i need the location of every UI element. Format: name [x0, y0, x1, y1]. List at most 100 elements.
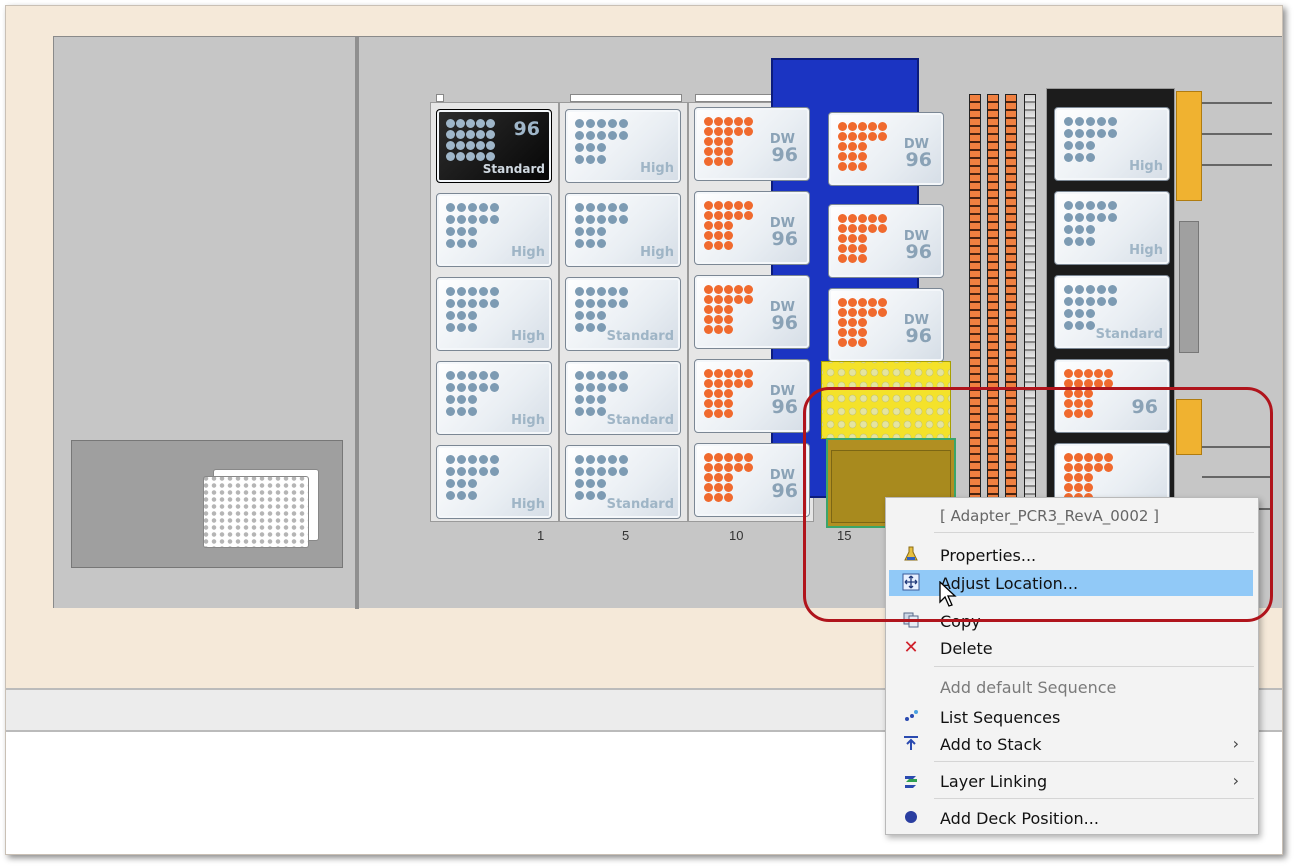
menu-item-label: Add to Stack: [940, 735, 1042, 754]
well: [457, 491, 466, 500]
well: [468, 215, 477, 224]
well: [714, 211, 723, 220]
labware-plate[interactable]: DW 96: [828, 288, 944, 362]
labware-type-label: 96: [771, 396, 798, 418]
labware-plate[interactable]: High: [436, 193, 552, 267]
well: [878, 214, 887, 223]
well: [724, 231, 733, 240]
well: [858, 142, 867, 151]
labware-label: High: [511, 329, 545, 344]
labware-plate[interactable]: High: [436, 277, 552, 351]
well: [608, 131, 617, 140]
well: [1108, 129, 1117, 138]
well: [446, 152, 455, 161]
well: [619, 287, 628, 296]
well: [704, 399, 713, 408]
labware-plate[interactable]: Standard: [1054, 275, 1170, 349]
well-grid: [446, 455, 516, 509]
well: [714, 231, 723, 240]
menu-item-layer-linking[interactable]: Layer Linking ›: [889, 768, 1253, 794]
well: [575, 143, 584, 152]
labware-plate[interactable]: Standard: [565, 361, 681, 435]
well: [734, 295, 743, 304]
well: [1097, 117, 1106, 126]
well: [704, 389, 713, 398]
well: [838, 142, 847, 151]
well: [1064, 463, 1073, 472]
well: [714, 463, 723, 472]
labware-plate[interactable]: DW 96: [694, 191, 810, 265]
tip-rack-column[interactable]: [987, 94, 999, 524]
labware-plate[interactable]: DW 96: [694, 359, 810, 433]
menu-item-list-sequences[interactable]: List Sequences: [889, 704, 1253, 730]
well: [479, 215, 488, 224]
well: [744, 117, 753, 126]
tip-rack-column[interactable]: [969, 94, 981, 524]
well-grid: [704, 117, 774, 171]
tip-rack-column[interactable]: [1005, 94, 1017, 524]
labware-plate[interactable]: DW 96: [694, 443, 810, 517]
well: [468, 323, 477, 332]
well: [848, 318, 857, 327]
well: [586, 311, 595, 320]
menu-item-delete[interactable]: ✕ Delete: [889, 635, 1253, 661]
well: [704, 127, 713, 136]
labware-plate[interactable]: DW 96: [694, 107, 810, 181]
well: [868, 298, 877, 307]
well: [586, 323, 595, 332]
well: [490, 467, 499, 476]
well: [848, 224, 857, 233]
stacked-plate[interactable]: [203, 476, 309, 548]
labware-plate[interactable]: Standard: [565, 445, 681, 519]
deck-divider: [355, 37, 359, 609]
well: [744, 295, 753, 304]
waste-position[interactable]: [71, 440, 343, 568]
orange-carrier-strip[interactable]: [1176, 91, 1202, 201]
labware-plate[interactable]: 96: [1054, 359, 1170, 433]
menu-separator: [934, 761, 1254, 762]
well: [724, 473, 733, 482]
tip-rack-column[interactable]: [1024, 94, 1036, 524]
menu-item-add-to-stack[interactable]: Add to Stack ›: [889, 731, 1253, 757]
labware-label: High: [1129, 159, 1163, 174]
labware-plate[interactable]: High: [436, 361, 552, 435]
labware-plate[interactable]: DW 96: [828, 112, 944, 186]
mouse-cursor-icon: [939, 581, 957, 607]
well: [724, 463, 733, 472]
labware-plate[interactable]: High: [436, 445, 552, 519]
well: [724, 127, 733, 136]
labware-plate[interactable]: DW 96: [828, 204, 944, 278]
menu-item-add-default-sequence[interactable]: Add default Sequence: [889, 674, 1253, 700]
labware-plate[interactable]: High: [565, 109, 681, 183]
context-menu[interactable]: [ Adapter_PCR3_RevA_0002 ] Properties...…: [885, 497, 1259, 835]
menu-item-add-deck-position[interactable]: Add Deck Position...: [889, 805, 1253, 831]
well: [1074, 483, 1083, 492]
labware-plate[interactable]: DW 96: [694, 275, 810, 349]
well: [724, 201, 733, 210]
labware-plate[interactable]: High: [1054, 107, 1170, 181]
yellow-tip-block[interactable]: [821, 361, 951, 439]
flask-icon: [901, 545, 921, 565]
labware-plate[interactable]: Standard 96: [436, 109, 552, 183]
labware-plate[interactable]: High: [565, 193, 681, 267]
well: [714, 157, 723, 166]
well: [1097, 213, 1106, 222]
well: [619, 215, 628, 224]
copy-icon: [901, 611, 921, 631]
well: [468, 371, 477, 380]
well: [486, 130, 495, 139]
well: [1084, 483, 1093, 492]
menu-item-properties[interactable]: Properties...: [889, 542, 1253, 568]
well: [575, 203, 584, 212]
labware-plate[interactable]: Standard: [565, 277, 681, 351]
well: [848, 338, 857, 347]
well: [457, 203, 466, 212]
orange-carrier-strip[interactable]: [1176, 399, 1202, 455]
menu-item-copy[interactable]: Copy: [889, 608, 1253, 634]
well: [1064, 297, 1073, 306]
well: [714, 241, 723, 250]
well: [608, 455, 617, 464]
well: [734, 369, 743, 378]
well: [704, 157, 713, 166]
labware-plate[interactable]: High: [1054, 191, 1170, 265]
